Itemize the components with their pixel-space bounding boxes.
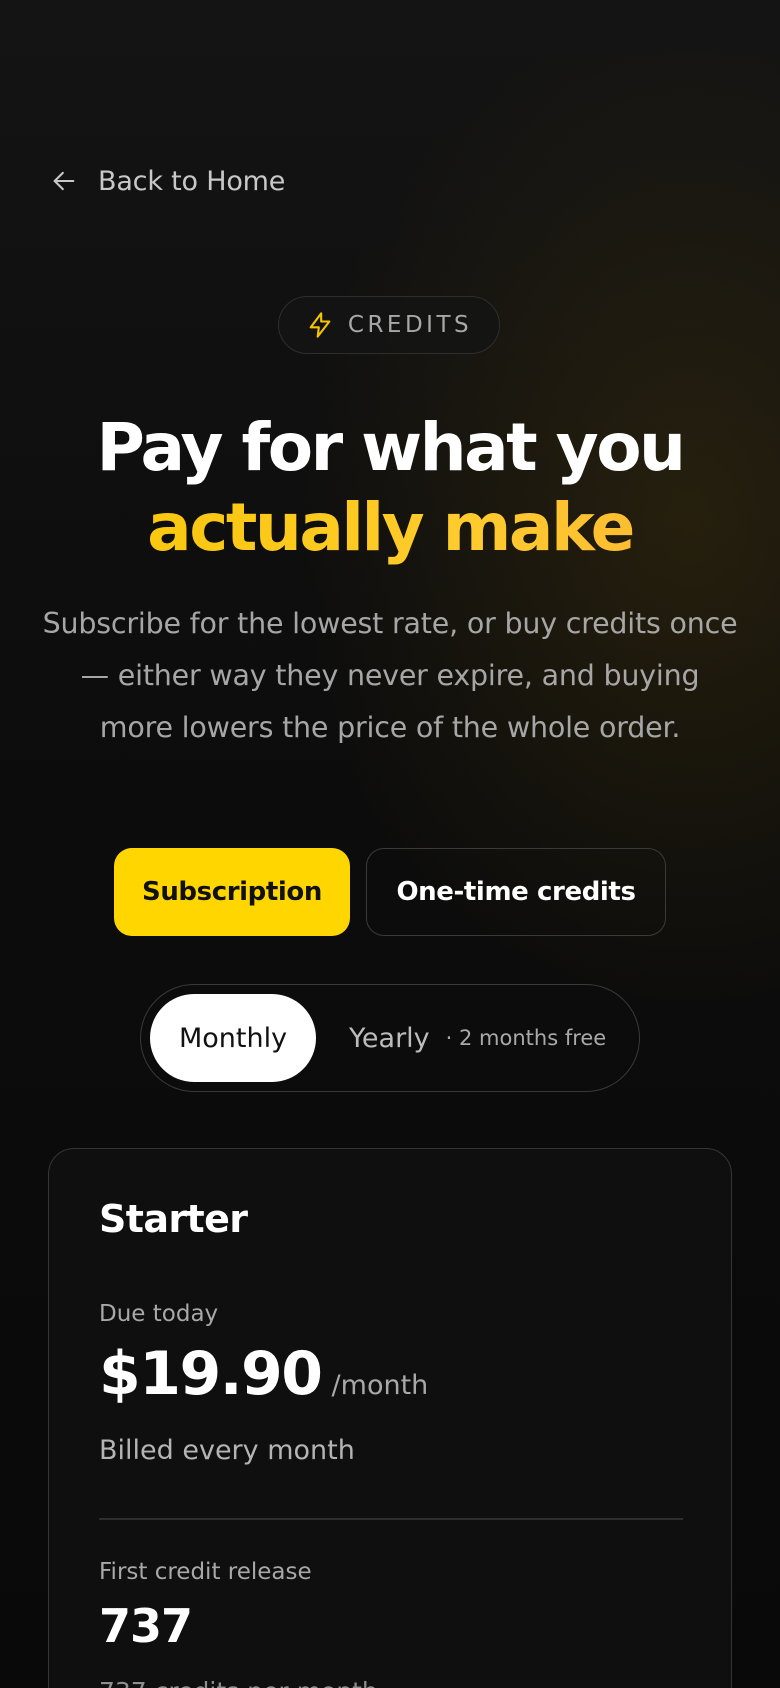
lightning-bolt-icon bbox=[309, 312, 331, 338]
back-to-home-label: Back to Home bbox=[98, 165, 286, 197]
yearly-option[interactable]: Yearly · 2 months free bbox=[349, 994, 606, 1082]
billing-period-toggle: Monthly Yearly · 2 months free bbox=[140, 984, 640, 1092]
card-divider bbox=[99, 1518, 683, 1520]
arrow-left-icon bbox=[53, 171, 75, 191]
price-period: /month bbox=[331, 1370, 429, 1401]
billing-note: Billed every month bbox=[99, 1435, 355, 1466]
yearly-discount-note: · 2 months free bbox=[445, 1026, 607, 1050]
pricing-page: Back to Home CREDITS Pay for what you ac… bbox=[0, 0, 780, 1688]
page-title-highlight: actually make bbox=[0, 488, 780, 568]
one-time-credits-tab[interactable]: One-time credits bbox=[366, 848, 666, 936]
monthly-option[interactable]: Monthly bbox=[150, 994, 316, 1082]
credits-badge: CREDITS bbox=[278, 296, 500, 354]
first-credit-release-value: 737 bbox=[99, 1599, 193, 1653]
page-title-line1: Pay for what you bbox=[96, 409, 686, 486]
plan-name: Starter bbox=[99, 1197, 248, 1241]
credit-release-note: 737 credits per month bbox=[99, 1677, 378, 1688]
plan-card-starter: Starter Due today $19.90 /month Billed e… bbox=[48, 1148, 732, 1688]
page-subtitle: Subscribe for the lowest rate, or buy cr… bbox=[42, 607, 738, 744]
price-row: $19.90 /month bbox=[99, 1339, 428, 1409]
back-to-home-link[interactable]: Back to Home bbox=[50, 160, 285, 202]
page-title: Pay for what you actually make bbox=[0, 408, 780, 568]
subscription-tab[interactable]: Subscription bbox=[114, 848, 350, 936]
due-today-label: Due today bbox=[99, 1301, 219, 1327]
price-amount: $19.90 bbox=[99, 1339, 323, 1409]
yearly-label: Yearly bbox=[349, 1022, 430, 1054]
credits-badge-label: CREDITS bbox=[347, 312, 473, 338]
first-credit-release-label: First credit release bbox=[99, 1559, 312, 1585]
